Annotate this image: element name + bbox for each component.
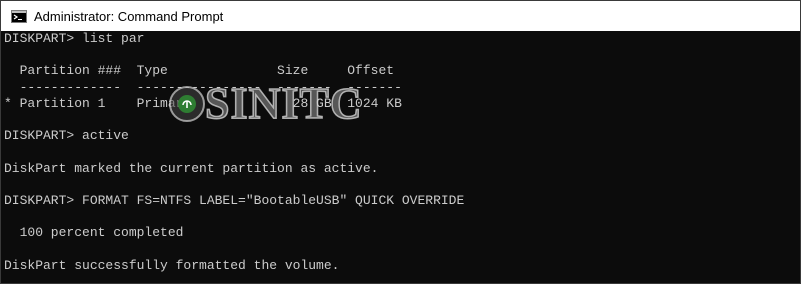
console-line: ------------- ---------------- ------- -…: [4, 79, 402, 95]
console-line: DISKPART> FORMAT FS=NTFS LABEL="Bootable…: [4, 193, 465, 208]
title-bar[interactable]: Administrator: Command Prompt: [1, 1, 800, 31]
cmd-icon: [11, 9, 27, 23]
console-line: DISKPART> list par: [4, 31, 145, 46]
console-line: DiskPart marked the current partition as…: [4, 160, 379, 176]
command-prompt-window: Administrator: Command Prompt DISKPART> …: [0, 0, 801, 284]
console-line: * Partition 1 Primary 28 GB 1024 KB: [4, 95, 402, 111]
console-line: Partition ### Type Size Offset: [4, 63, 395, 79]
console-line: DiskPart successfully formatted the volu…: [4, 257, 340, 273]
console-line: DISKPART> active: [4, 128, 129, 144]
window-title: Administrator: Command Prompt: [34, 8, 224, 24]
console-line: 100 percent completed: [4, 225, 184, 241]
console-output[interactable]: DISKPART> list par Partition ### Type Si…: [4, 31, 799, 283]
